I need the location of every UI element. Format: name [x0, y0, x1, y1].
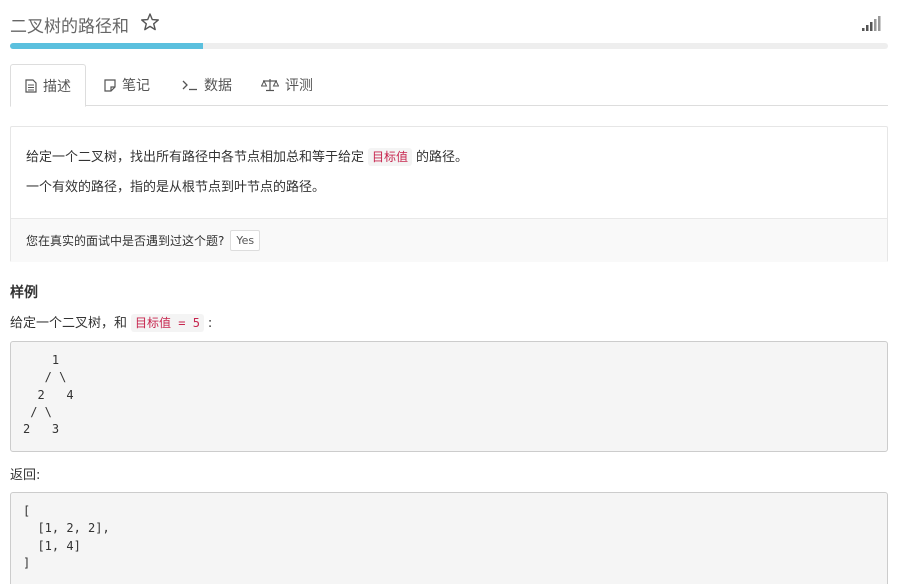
- progress-bar: [10, 43, 888, 49]
- tab-judge[interactable]: 评测: [247, 64, 327, 106]
- tab-notes[interactable]: 笔记: [90, 64, 164, 106]
- description-body: 给定一个二叉树，找出所有路径中各节点相加总和等于给定 目标值 的路径。 一个有效的路…: [11, 127, 887, 218]
- document-icon: [25, 78, 37, 93]
- difficulty-signal-icon: [861, 14, 881, 32]
- tree-code-block: 1 / \ 2 4 / \ 2 3: [10, 341, 888, 452]
- description-text: 的路径。: [416, 150, 469, 165]
- interview-question-bar: 您在真实的面试中是否遇到过这个题? Yes: [11, 218, 887, 262]
- tab-label: 数据: [204, 78, 232, 94]
- progress-bar-fill: [10, 43, 204, 49]
- example-heading: 样例: [10, 285, 38, 301]
- description-line-1: 给定一个二叉树，找出所有路径中各节点相加总和等于给定 目标值 的路径。: [26, 143, 872, 173]
- return-label: 返回:: [10, 468, 41, 483]
- interview-question: 您在真实的面试中是否遇到过这个题?: [26, 234, 225, 248]
- note-icon: [104, 78, 116, 92]
- example-intro: 给定一个二叉树，和 目标值 = 5:: [10, 312, 212, 332]
- target-value-code: 目标值 = 5: [131, 314, 204, 332]
- result-code-block: [ [1, 2, 2], [1, 4] ]: [10, 492, 888, 584]
- tab-data[interactable]: 数据: [168, 64, 246, 106]
- example-intro-text: 给定一个二叉树，和: [10, 316, 128, 331]
- terminal-icon: [182, 79, 198, 91]
- example-intro-text: :: [207, 316, 213, 331]
- tab-label: 描述: [43, 78, 71, 95]
- description-card: 给定一个二叉树，找出所有路径中各节点相加总和等于给定 目标值 的路径。 一个有效的路…: [10, 126, 888, 262]
- description-text: 给定一个二叉树，找出所有路径中各节点相加总和等于给定: [26, 150, 365, 165]
- tab-description[interactable]: 描述: [10, 64, 86, 107]
- description-line-2: 一个有效的路径，指的是从根节点到叶节点的路径。: [26, 180, 326, 195]
- page-title: 二叉树的路径和: [10, 17, 129, 37]
- target-value-code: 目标值: [368, 148, 413, 166]
- tab-label: 评测: [285, 78, 313, 94]
- yes-button[interactable]: Yes: [230, 230, 261, 251]
- star-icon[interactable]: [140, 12, 160, 32]
- tab-bar: 描述 笔记 数据 评测: [10, 64, 888, 107]
- problem-header: 二叉树的路径和: [10, 10, 885, 38]
- scale-icon: [261, 78, 279, 92]
- tab-label: 笔记: [122, 78, 150, 94]
